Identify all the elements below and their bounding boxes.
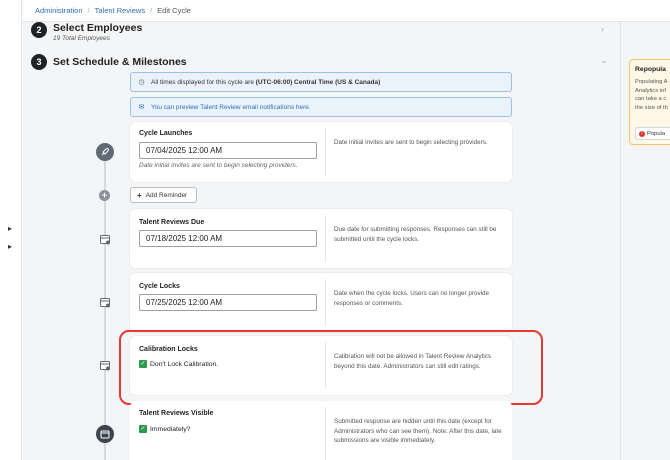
timezone-info-banner: ◷ All times displayed for this cycle are… (130, 72, 512, 92)
chevron-right-icon[interactable]: › (601, 24, 604, 34)
talent-reviews-visible-label: Talent Reviews Visible (139, 410, 214, 417)
repopulate-title: Repopula (635, 66, 666, 73)
checkmark-icon: ✓ (139, 425, 147, 433)
breadcrumb-edit-cycle: Edit Cycle (157, 6, 191, 15)
step-number-badge: 2 (31, 22, 47, 38)
cycle-launches-description: Date initial invites are sent to begin s… (334, 139, 488, 146)
highlight-annotation (119, 330, 543, 405)
add-circle-icon[interactable]: + (99, 190, 110, 201)
left-rail: ▸ ▸ (0, 0, 22, 460)
breadcrumb-separator: / (150, 6, 153, 15)
top-bar: Administration / Talent Reviews / Edit Cycle (23, 0, 670, 22)
step-select-employees[interactable]: 2 Select Employees 19 Total Employees (31, 22, 142, 42)
step-title: Set Schedule & Milestones (53, 56, 187, 68)
repopulate-button[interactable]: ! Popula (635, 127, 670, 140)
talent-reviews-due-card: Talent Reviews Due 07/18/2025 12:00 AM D… (130, 209, 512, 268)
expand-arrow-icon[interactable]: ▸ (8, 224, 12, 233)
calendar-lock-icon (96, 356, 114, 374)
cycle-locks-description: Date when the cycle locks. Users can no … (334, 290, 490, 307)
cycle-launches-label: Cycle Launches (139, 130, 193, 137)
card-divider (325, 279, 326, 326)
talent-reviews-due-label: Talent Reviews Due (139, 219, 205, 226)
breadcrumb-talent-reviews[interactable]: Talent Reviews (95, 6, 145, 15)
talent-reviews-due-description: Due date for submitting responses. Respo… (334, 226, 497, 243)
calendar-icon (96, 230, 114, 248)
breadcrumb: Administration / Talent Reviews / Edit Cycle (35, 6, 191, 15)
repopulate-panel: Repopula Populating A Analytics inf can … (629, 59, 670, 145)
expand-arrow-icon[interactable]: ▸ (8, 242, 12, 251)
talent-reviews-due-date-input[interactable]: 07/18/2025 12:00 AM (139, 230, 317, 247)
add-reminder-label: Add Reminder (145, 191, 188, 199)
step-subtitle: 19 Total Employees (53, 35, 110, 42)
repopulate-button-label: Popula (647, 130, 666, 137)
rocket-icon (96, 143, 114, 161)
calendar-visible-icon (96, 425, 114, 443)
step-set-schedule[interactable]: 3 Set Schedule & Milestones (31, 54, 187, 70)
cycle-locks-date-input[interactable]: 07/25/2025 12:00 AM (139, 294, 317, 311)
cycle-locks-card: Cycle Locks 07/25/2025 12:00 AM Date whe… (130, 273, 512, 332)
clock-icon: ◷ (138, 79, 145, 86)
email-preview-link[interactable]: You can preview Talent Review email noti… (151, 104, 311, 111)
alert-icon: ! (639, 130, 645, 137)
checkbox-label: Immediately? (150, 425, 191, 433)
calendar-lock-icon (96, 293, 114, 311)
cycle-locks-label: Cycle Locks (139, 283, 180, 290)
email-preview-banner: ✉ You can preview Talent Review email no… (130, 97, 512, 117)
talent-reviews-visible-description: Submitted response are hidden until this… (334, 418, 502, 444)
breadcrumb-separator: / (87, 6, 90, 15)
add-reminder-button[interactable]: + Add Reminder (130, 187, 197, 203)
step-title: Select Employees (53, 22, 143, 34)
step-number-badge: 3 (31, 54, 47, 70)
cycle-launches-hint: Date initial invites are sent to begin s… (139, 162, 298, 169)
email-icon: ✉ (138, 104, 145, 111)
card-divider (325, 128, 326, 176)
chevron-down-icon[interactable]: ⌄ (600, 55, 608, 66)
immediately-checkbox[interactable]: ✓ Immediately? (139, 425, 190, 433)
repopulate-text: Populating A Analytics inf can take a c … (635, 79, 668, 111)
card-divider (325, 407, 326, 460)
card-divider (325, 215, 326, 262)
plus-icon: + (137, 190, 142, 200)
timezone-text: All times displayed for this cycle are (… (151, 78, 381, 86)
cycle-launches-card: Cycle Launches 07/04/2025 12:00 AM Date … (130, 122, 512, 182)
breadcrumb-administration[interactable]: Administration (35, 6, 83, 15)
right-column: Repopula Populating A Analytics inf can … (620, 22, 670, 460)
talent-reviews-visible-card: Talent Reviews Visible ✓ Immediately? Su… (130, 401, 512, 460)
main-content: 2 Select Employees 19 Total Employees › … (23, 22, 620, 460)
cycle-launches-date-input[interactable]: 07/04/2025 12:00 AM (139, 142, 317, 159)
